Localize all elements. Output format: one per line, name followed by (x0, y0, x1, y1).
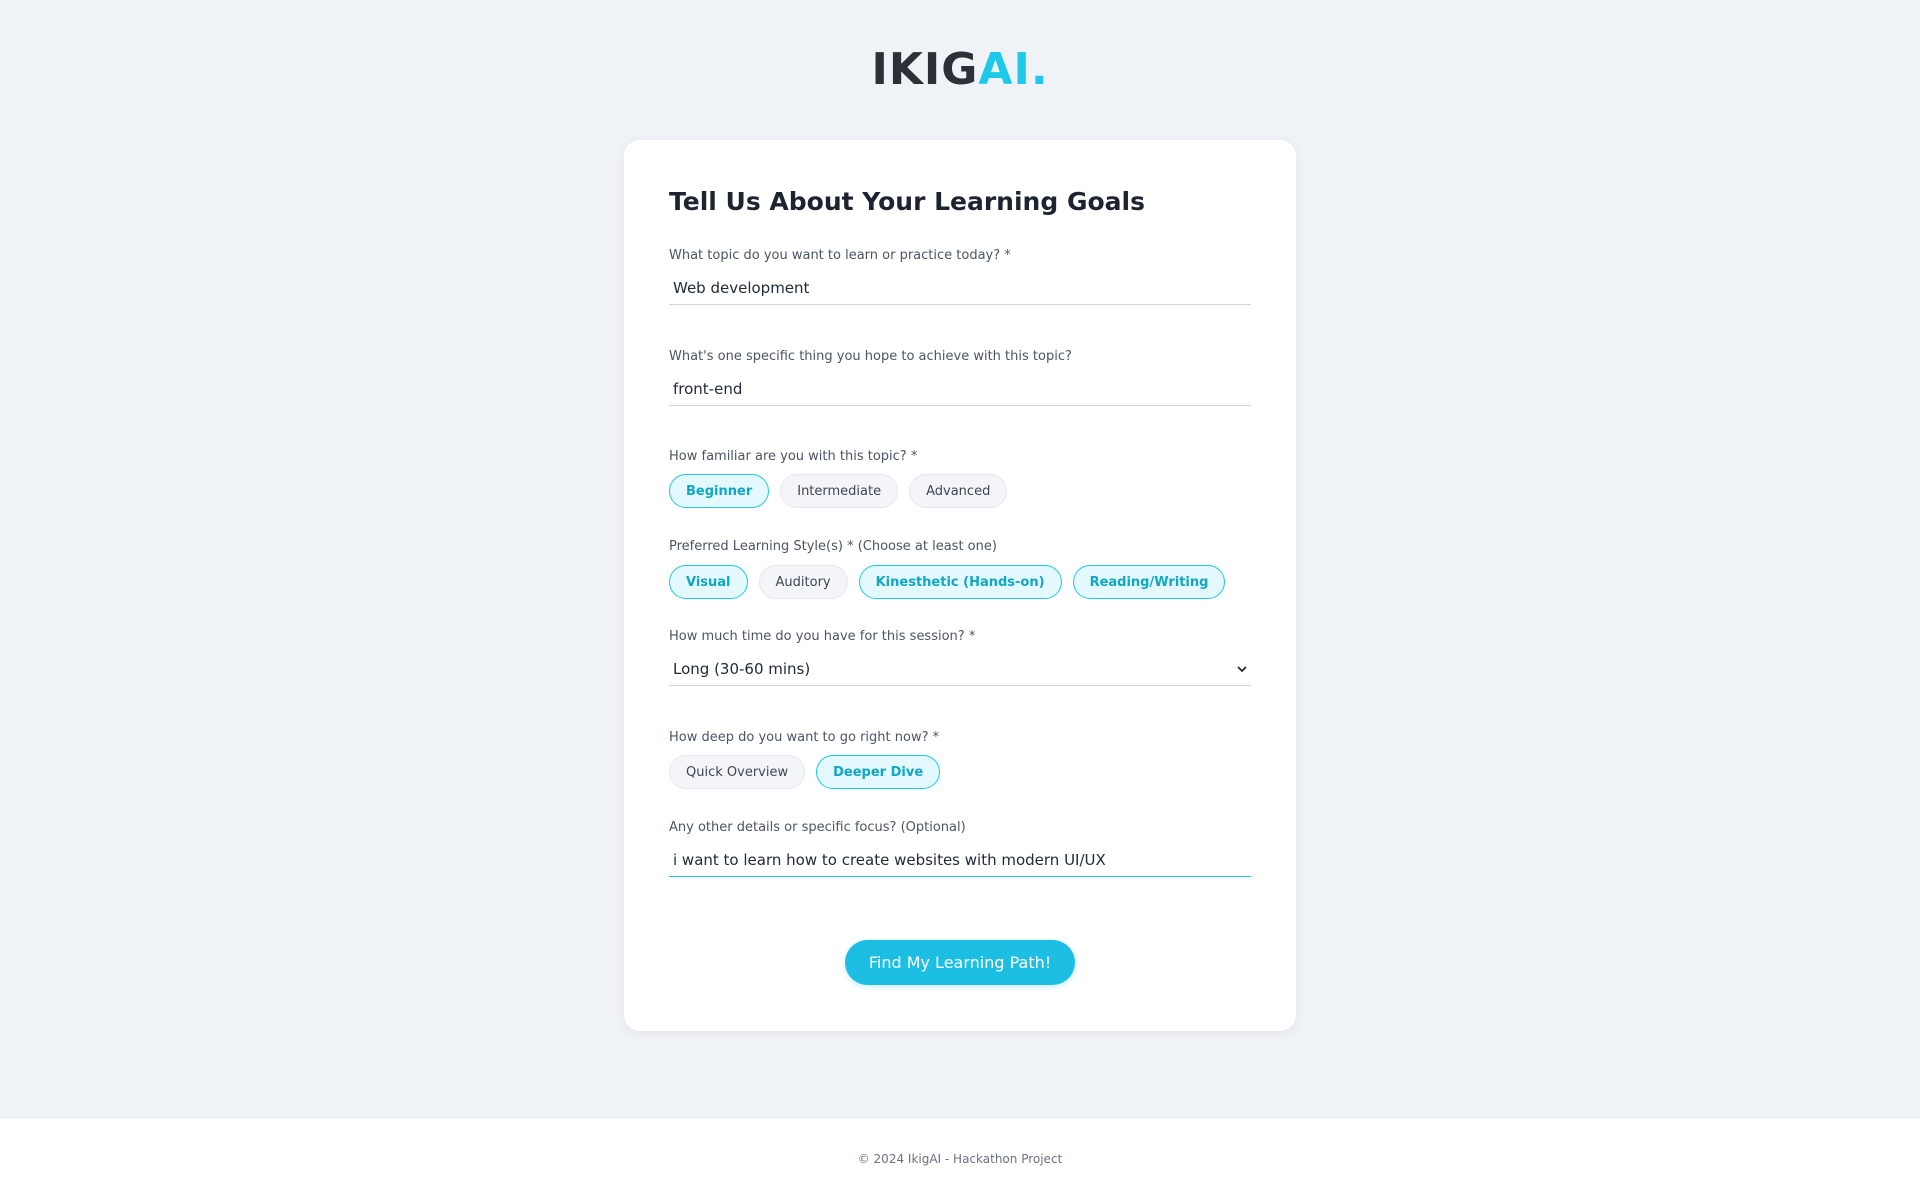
learning-style-option-reading-writing[interactable]: Reading/Writing (1072, 565, 1226, 599)
familiarity-options: Beginner Intermediate Advanced (669, 474, 1008, 508)
goal-input[interactable] (669, 372, 1251, 406)
depth-label: How deep do you want to go right now? * (669, 730, 940, 745)
goal-label: What's one specific thing you hope to ac… (669, 349, 1072, 364)
time-label: How much time do you have for this sessi… (669, 629, 976, 644)
page: IKIGAI. Tell Us About Your Learning Goal… (0, 0, 1920, 1200)
depth-option-deeper-dive[interactable]: Deeper Dive (816, 755, 941, 789)
learning-style-options: Visual Auditory Kinesthetic (Hands-on) R… (669, 565, 1226, 599)
topic-label: What topic do you want to learn or pract… (669, 248, 1011, 263)
time-select[interactable]: Long (30-60 mins) (669, 652, 1251, 686)
familiarity-option-intermediate[interactable]: Intermediate (780, 474, 899, 508)
learning-style-label: Preferred Learning Style(s) * (Choose at… (669, 539, 997, 554)
depth-option-quick-overview[interactable]: Quick Overview (669, 755, 806, 789)
footer: © 2024 IkigAI - Hackathon Project (0, 1117, 1920, 1200)
logo-text-primary: IKIG (871, 44, 979, 95)
learning-style-option-kinesthetic[interactable]: Kinesthetic (Hands-on) (858, 565, 1062, 599)
logo-text-accent: AI. (978, 44, 1049, 95)
footer-copyright: © 2024 IkigAI - Hackathon Project (857, 1152, 1063, 1166)
find-learning-path-button[interactable]: Find My Learning Path! (845, 940, 1075, 985)
familiarity-option-advanced[interactable]: Advanced (909, 474, 1008, 508)
details-input[interactable] (669, 843, 1251, 877)
time-select-value: Long (30-60 mins) (673, 659, 811, 678)
details-label: Any other details or specific focus? (Op… (669, 820, 966, 835)
learning-style-option-visual[interactable]: Visual (669, 565, 748, 599)
depth-options: Quick Overview Deeper Dive (669, 755, 941, 789)
chevron-down-icon (1237, 666, 1247, 672)
topic-input[interactable] (669, 271, 1251, 305)
form-title: Tell Us About Your Learning Goals (669, 187, 1145, 216)
familiarity-label: How familiar are you with this topic? * (669, 449, 918, 464)
learning-goals-form: Tell Us About Your Learning Goals What t… (624, 140, 1296, 1031)
logo: IKIGAI. (0, 44, 1920, 96)
familiarity-option-beginner[interactable]: Beginner (669, 474, 770, 508)
learning-style-option-auditory[interactable]: Auditory (758, 565, 848, 599)
